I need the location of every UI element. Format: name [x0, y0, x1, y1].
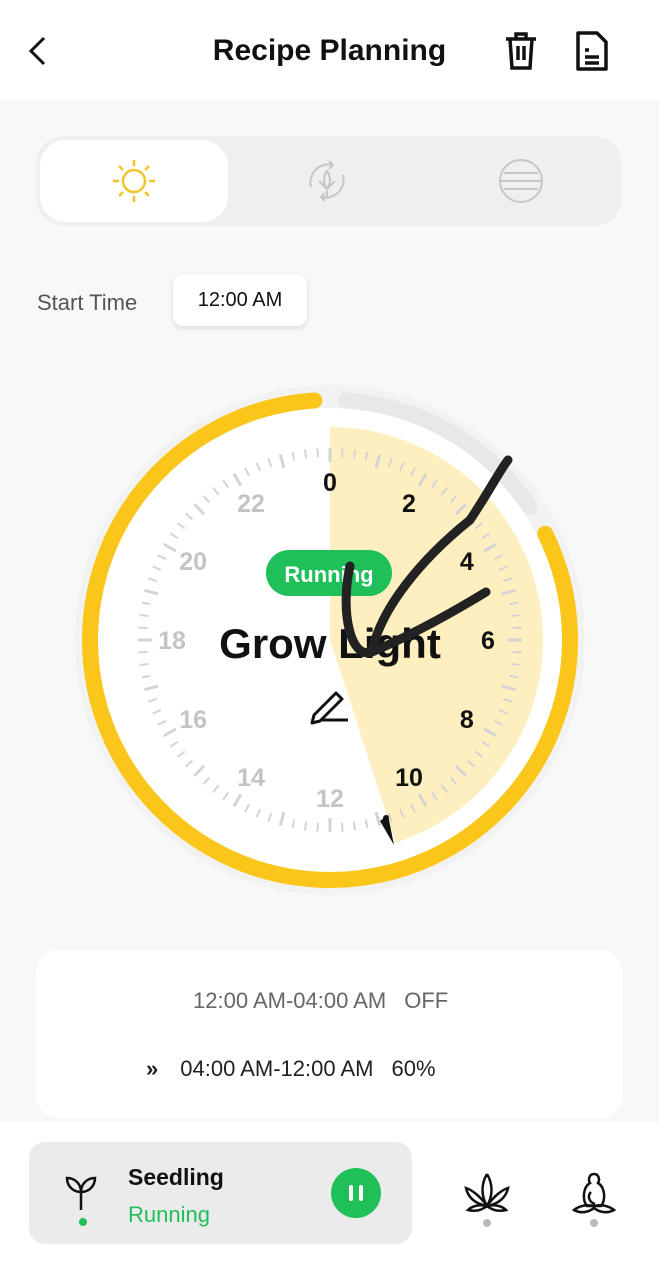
flowering-bud-icon[interactable] — [571, 1170, 617, 1216]
hour-label: 2 — [402, 490, 416, 518]
trash-icon[interactable] — [502, 30, 540, 77]
hour-label: 10 — [395, 764, 423, 792]
pointer-dot — [383, 815, 389, 821]
tick-mark — [139, 613, 149, 618]
stage-name: Seedling — [128, 1164, 224, 1190]
schedule-value: OFF — [404, 988, 449, 1013]
sun-icon — [113, 160, 155, 202]
double-chevron-right-icon: » — [146, 1056, 159, 1081]
schedule-list: 12:00 AM-04:00 AM OFF » 04:00 AM-12:00 AM 6… — [36, 950, 622, 1118]
light-schedule-clock[interactable]: 0 2 4 6 8 10 12 14 16 18 20 22 Running Grow Light — [0, 370, 659, 910]
tick-mark — [138, 626, 148, 630]
schedule-range: 04:00 AM-12:00 AM — [180, 1056, 374, 1081]
hour-label: 8 — [460, 706, 474, 734]
schedule-range: 12:00 AM-04:00 AM — [193, 988, 387, 1013]
inactive-dot — [590, 1219, 598, 1227]
tab-menu[interactable] — [427, 140, 615, 222]
tick-mark — [512, 626, 522, 630]
header: Recipe Planning — [0, 0, 659, 100]
start-time-picker[interactable]: 12:00 AM — [173, 274, 307, 326]
tick-mark — [303, 449, 308, 459]
hour-label: 6 — [481, 627, 495, 655]
tab-cycle[interactable] — [233, 140, 421, 222]
mode-tabs — [36, 136, 622, 226]
tick-mark — [352, 449, 357, 459]
menu-circle-icon — [499, 159, 543, 203]
hour-label: 18 — [158, 627, 186, 655]
tick-mark — [316, 822, 320, 832]
hour-label: 4 — [460, 548, 474, 576]
tab-light[interactable] — [40, 140, 228, 222]
device-name: Grow Light — [219, 620, 441, 667]
tick-mark — [138, 650, 148, 654]
hour-label: 16 — [179, 706, 207, 734]
hour-label: 12 — [316, 785, 344, 813]
tick-mark — [512, 650, 522, 654]
cannabis-leaf-icon[interactable] — [464, 1172, 510, 1214]
active-dot — [79, 1218, 87, 1226]
stage-bar: Seedling Running — [0, 1122, 659, 1280]
inactive-dot — [483, 1219, 491, 1227]
tick-mark — [139, 662, 149, 667]
schedule-value: 60% — [391, 1056, 436, 1081]
schedule-row-current[interactable]: » 04:00 AM-12:00 AM 60% — [146, 1056, 436, 1082]
page-title: Recipe Planning — [212, 34, 447, 67]
schedule-row[interactable]: 12:00 AM-04:00 AM OFF — [193, 988, 448, 1014]
plant-cycle-icon — [309, 160, 345, 202]
tick-mark — [340, 448, 344, 458]
hour-label: 0 — [323, 469, 337, 497]
pause-icon — [349, 1185, 363, 1201]
seedling-icon — [65, 1176, 97, 1210]
hour-label: 20 — [179, 548, 207, 576]
hour-label: 22 — [237, 490, 265, 518]
stage-status: Running — [128, 1202, 210, 1227]
tick-mark — [340, 822, 344, 832]
pause-button[interactable] — [331, 1168, 381, 1218]
start-time-label: Start Time — [37, 290, 138, 315]
running-badge-text: Running — [284, 562, 373, 587]
tick-mark — [511, 613, 521, 618]
tick-mark — [316, 448, 320, 458]
tick-mark — [303, 821, 308, 831]
stage-seedling[interactable]: Seedling Running — [29, 1142, 412, 1244]
hour-label: 14 — [237, 764, 265, 792]
tick-mark — [511, 662, 521, 667]
document-icon[interactable] — [574, 30, 610, 77]
tick-mark — [352, 821, 357, 831]
